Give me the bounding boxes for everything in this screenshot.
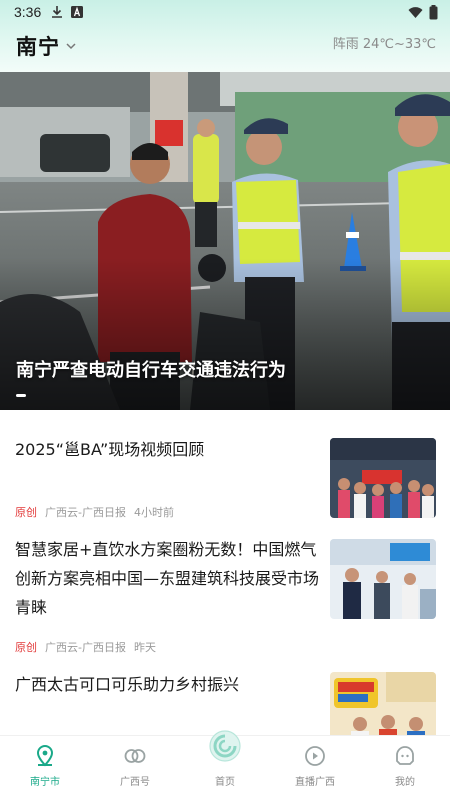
location-pin-icon: [36, 744, 54, 767]
news-tag: 原创: [15, 641, 37, 654]
home-swirl-icon: [209, 730, 241, 762]
battery-icon: [429, 4, 438, 19]
header: 南宁 阵雨 24℃~33℃: [0, 26, 450, 70]
status-bar: 3:36: [0, 0, 450, 24]
wifi-icon: [408, 6, 423, 18]
thumbnail-image: [330, 672, 436, 735]
news-title[interactable]: 2025“邕BA”现场视频回顾: [15, 435, 320, 464]
chevron-down-icon[interactable]: [65, 40, 77, 52]
tab-mine[interactable]: 我的: [370, 736, 440, 796]
news-meta: 原创 广西云-广西日报 昨天: [15, 639, 156, 655]
status-time: 3:36: [14, 4, 42, 20]
news-source: 广西云-广西日报: [45, 641, 126, 654]
news-source: 广西云-广西日报: [45, 506, 126, 519]
news-time: 昨天: [133, 641, 156, 654]
download-icon: [52, 6, 62, 18]
font-app-icon: [71, 6, 83, 18]
news-thumbnail[interactable]: [330, 539, 436, 619]
city-selector[interactable]: 南宁: [16, 31, 60, 61]
news-item[interactable]: 广西太古可口可乐助力乡村振兴: [0, 668, 450, 735]
thumbnail-image: [330, 438, 436, 518]
tab-label: 我的: [395, 777, 415, 788]
bottom-tab-bar: 南宁市 广西号 首页 直播广西 我的: [0, 730, 450, 800]
news-title[interactable]: 广西太古可口可乐助力乡村振兴: [15, 670, 320, 699]
tab-label: 首页: [215, 777, 235, 788]
news-tag: 原创: [15, 506, 37, 519]
news-item[interactable]: 2025“邕BA”现场视频回顾 原创 广西云-广西日报 4小时前: [0, 425, 450, 535]
tab-label: 南宁市: [30, 777, 60, 788]
news-thumbnail[interactable]: [330, 438, 436, 518]
play-circle-icon: [305, 746, 325, 766]
hero-banner[interactable]: 南宁严查电动自行车交通违法行为: [0, 72, 450, 410]
news-item[interactable]: 智慧家居+直饮水方案圈粉无数！中国燃气创新方案亮相中国—东盟建筑科技展受市场青睐…: [0, 535, 450, 663]
tab-nanning[interactable]: 南宁市: [10, 736, 80, 796]
news-time: 4小时前: [133, 506, 174, 519]
weather-info[interactable]: 阵雨 24℃~33℃: [333, 33, 436, 52]
carousel-indicator: [16, 394, 26, 397]
user-face-icon: [396, 746, 414, 765]
status-right: [408, 4, 438, 20]
news-thumbnail[interactable]: [330, 672, 436, 735]
tab-home[interactable]: 首页: [190, 730, 260, 796]
thumbnail-image: [330, 539, 436, 619]
news-meta: 原创 广西云-广西日报 4小时前: [15, 504, 174, 520]
tab-guangxi-hao[interactable]: 广西号: [100, 736, 170, 796]
hero-caption[interactable]: 南宁严查电动自行车交通违法行为: [16, 356, 286, 382]
tab-label: 广西号: [120, 777, 150, 788]
news-title[interactable]: 智慧家居+直饮水方案圈粉无数！中国燃气创新方案亮相中国—东盟建筑科技展受市场青睐: [15, 535, 320, 622]
tab-live-guangxi[interactable]: 直播广西: [280, 736, 350, 796]
tab-label: 直播广西: [295, 777, 335, 788]
rings-icon: [124, 749, 146, 763]
